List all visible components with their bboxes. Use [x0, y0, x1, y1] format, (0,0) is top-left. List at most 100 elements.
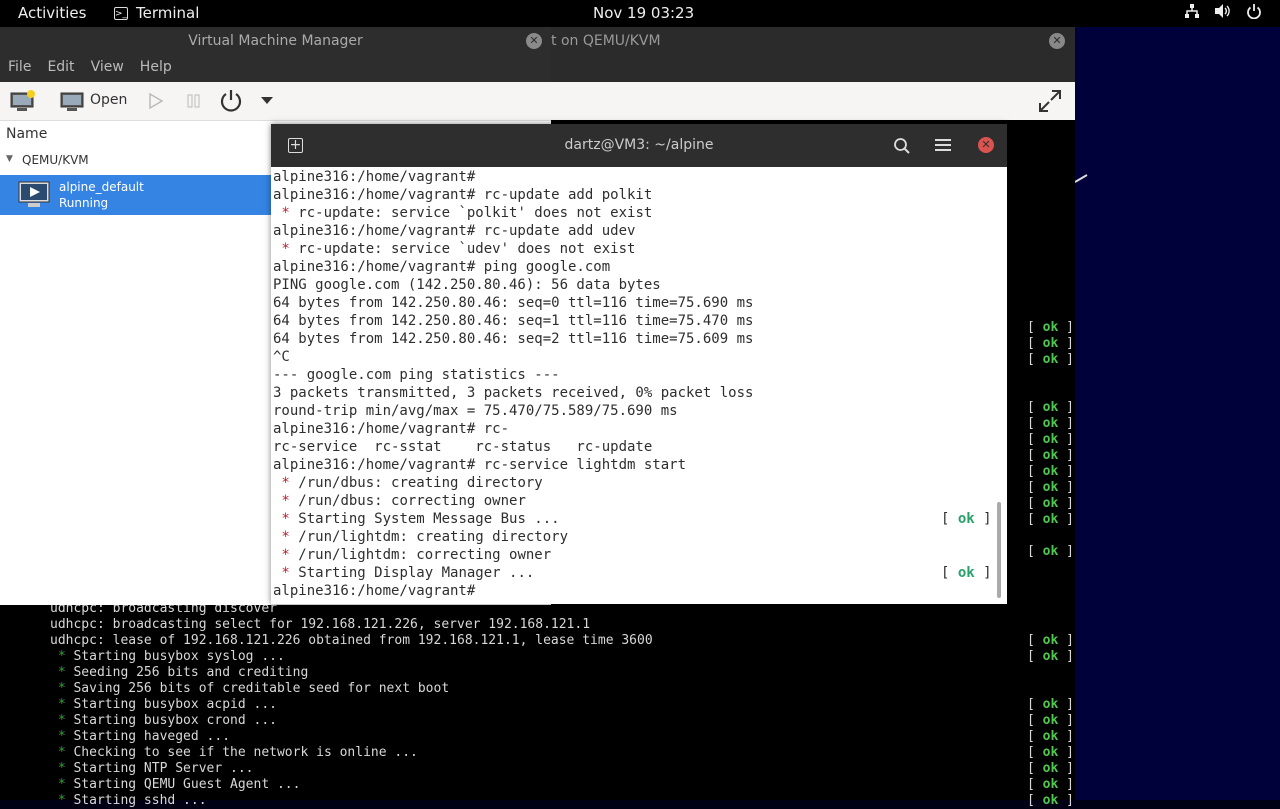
menu-file[interactable]: File [0, 55, 39, 82]
terminal-output[interactable]: alpine316:/home/vagrant# alpine316:/home/… [271, 167, 1007, 604]
ok-label: ok [1042, 697, 1059, 712]
status-star: * [50, 793, 74, 808]
ok-status: [ ok ] [1027, 400, 1074, 415]
terminal-line: * /run/lightdm: creating directory [273, 529, 993, 547]
terminal-line: --- google.com ping statistics --- [273, 367, 993, 385]
ok-label: ok [1042, 480, 1059, 495]
column-name-label: Name [6, 126, 48, 142]
console-line-text: Starting QEMU Guest Agent ... [73, 777, 301, 792]
power-icon[interactable] [219, 87, 243, 113]
menu-view[interactable]: View [83, 55, 132, 82]
terminal-headerbar[interactable]: + dartz@VM3: ~/alpine ✕ [271, 124, 1007, 167]
ok-status: [ ok ] [1027, 729, 1074, 744]
expander-icon[interactable]: ▼ [6, 154, 13, 164]
terminal-close-button[interactable]: ✕ [978, 137, 994, 153]
terminal-line: 3 packets transmitted, 3 packets receive… [273, 385, 993, 403]
viewer-titlebar[interactable]: t on QEMU/KVM ✕ [551, 27, 1075, 55]
console-line: * Starting NTP Server ... [ ok ] [0, 761, 1075, 777]
terminal-line: 64 bytes from 142.250.80.46: seq=1 ttl=1… [273, 313, 993, 331]
ok-status: [ ok ] [1027, 352, 1074, 367]
hamburger-menu-icon[interactable] [935, 138, 951, 152]
ok-status: [ ok ] [1027, 512, 1074, 527]
clock[interactable]: Nov 19 03:23 [593, 4, 694, 22]
terminal-line: alpine316:/home/vagrant# rc- [273, 421, 993, 439]
status-star: * [50, 649, 74, 664]
terminal-line: 64 bytes from 142.250.80.46: seq=0 ttl=1… [273, 295, 993, 313]
desktop-background [1074, 27, 1280, 800]
power-menu-icon[interactable] [1246, 3, 1262, 19]
status-star: * [50, 745, 74, 760]
terminal-line-text: rc-service rc-sstat rc-status rc-update [273, 439, 653, 455]
ok-label: ok [1042, 320, 1059, 335]
system-tray[interactable] [1184, 3, 1262, 19]
ok-status: [ ok ] [1027, 697, 1074, 712]
new-vm-icon[interactable] [9, 89, 37, 113]
ok-status: [ ok ] [941, 565, 992, 581]
pause-icon[interactable] [186, 89, 202, 113]
terminal-line: alpine316:/home/vagrant# rc-update add p… [273, 187, 993, 205]
vmm-toolbar: Open [0, 82, 551, 121]
ok-label: ok [1042, 336, 1059, 351]
ok-status: [ ok ] [1027, 320, 1074, 335]
terminal-line-text: rc-update: service `polkit' does not exi… [298, 205, 653, 221]
terminal-line: alpine316:/home/vagrant# rc-service ligh… [273, 457, 993, 475]
ok-status: [ ok ] [1027, 633, 1074, 648]
ok-status: [ ok ] [1027, 713, 1074, 728]
vm-console-window[interactable]: t on QEMU/KVM ✕ [551, 27, 1075, 120]
app-menu[interactable]: >_ Terminal [114, 4, 199, 22]
search-icon[interactable] [893, 137, 911, 155]
open-button-label[interactable]: Open [90, 92, 127, 108]
app-name: Terminal [136, 4, 200, 22]
status-star: * [50, 697, 74, 712]
vmm-titlebar[interactable]: Virtual Machine Manager ✕ [0, 27, 551, 55]
top-bar: Activities >_ Terminal Nov 19 03:23 [0, 0, 1280, 27]
terminal-line: * Starting System Message Bus ... [ ok ] [273, 511, 993, 529]
ok-status: [ ok ] [941, 511, 992, 527]
console-line-text: Starting haveged ... [73, 729, 231, 744]
open-vm-icon[interactable] [60, 89, 84, 113]
terminal-window: + dartz@VM3: ~/alpine ✕ alpine316:/home/… [271, 124, 1007, 604]
viewer-title: t on QEMU/KVM [551, 33, 661, 49]
console-line-text: Checking to see if the network is online… [73, 745, 418, 760]
terminal-line-text: /run/lightdm: creating directory [298, 529, 569, 545]
ok-label: ok [1042, 777, 1059, 792]
status-star: * [273, 475, 299, 491]
run-icon[interactable] [148, 89, 164, 113]
fullscreen-icon[interactable] [1037, 88, 1063, 114]
menu-edit[interactable]: Edit [39, 55, 82, 82]
activities-button[interactable]: Activities [18, 4, 86, 22]
chevron-down-icon[interactable] [260, 96, 274, 106]
terminal-line-text: Starting Display Manager ... [298, 565, 535, 581]
terminal-line: alpine316:/home/vagrant# [273, 169, 993, 187]
terminal-line: * rc-update: service `udev' does not exi… [273, 241, 993, 259]
ok-label: ok [1042, 649, 1059, 664]
status-star: * [273, 511, 299, 527]
console-line-text: Starting busybox acpid ... [73, 697, 277, 712]
terminal-line-text: /run/dbus: creating directory [298, 475, 543, 491]
ok-status: [ ok ] [1027, 448, 1074, 463]
ok-label: ok [957, 565, 975, 581]
terminal-line: alpine316:/home/vagrant# [273, 583, 993, 601]
ok-status: [ ok ] [1027, 432, 1074, 447]
terminal-line-text: 64 bytes from 142.250.80.46: seq=0 ttl=1… [273, 295, 754, 311]
terminal-line: alpine316:/home/vagrant# rc-update add u… [273, 223, 993, 241]
console-line-text: udhcpc: lease of 192.168.121.226 obtaine… [50, 633, 653, 648]
ok-status: [ ok ] [1027, 416, 1074, 431]
console-line-text: Starting NTP Server ... [73, 761, 254, 776]
status-star: * [50, 681, 74, 696]
volume-icon[interactable] [1214, 3, 1232, 19]
ok-status: [ ok ] [1027, 649, 1074, 664]
terminal-line: 64 bytes from 142.250.80.46: seq=2 ttl=1… [273, 331, 993, 349]
ok-label: ok [957, 511, 975, 527]
network-icon[interactable] [1184, 3, 1200, 19]
menu-help[interactable]: Help [132, 55, 180, 82]
terminal-line-text: Starting System Message Bus ... [298, 511, 560, 527]
vm-status: Running [59, 196, 109, 210]
viewer-close-button[interactable]: ✕ [1049, 33, 1065, 49]
ok-label: ok [1042, 432, 1059, 447]
terminal-scrollbar[interactable] [997, 502, 1001, 598]
ok-status: [ ok ] [1027, 496, 1074, 511]
terminal-line-text: alpine316:/home/vagrant# rc- [273, 421, 510, 437]
vmm-close-button[interactable]: ✕ [526, 33, 542, 49]
terminal-line-text: /run/lightdm: correcting owner [298, 547, 552, 563]
